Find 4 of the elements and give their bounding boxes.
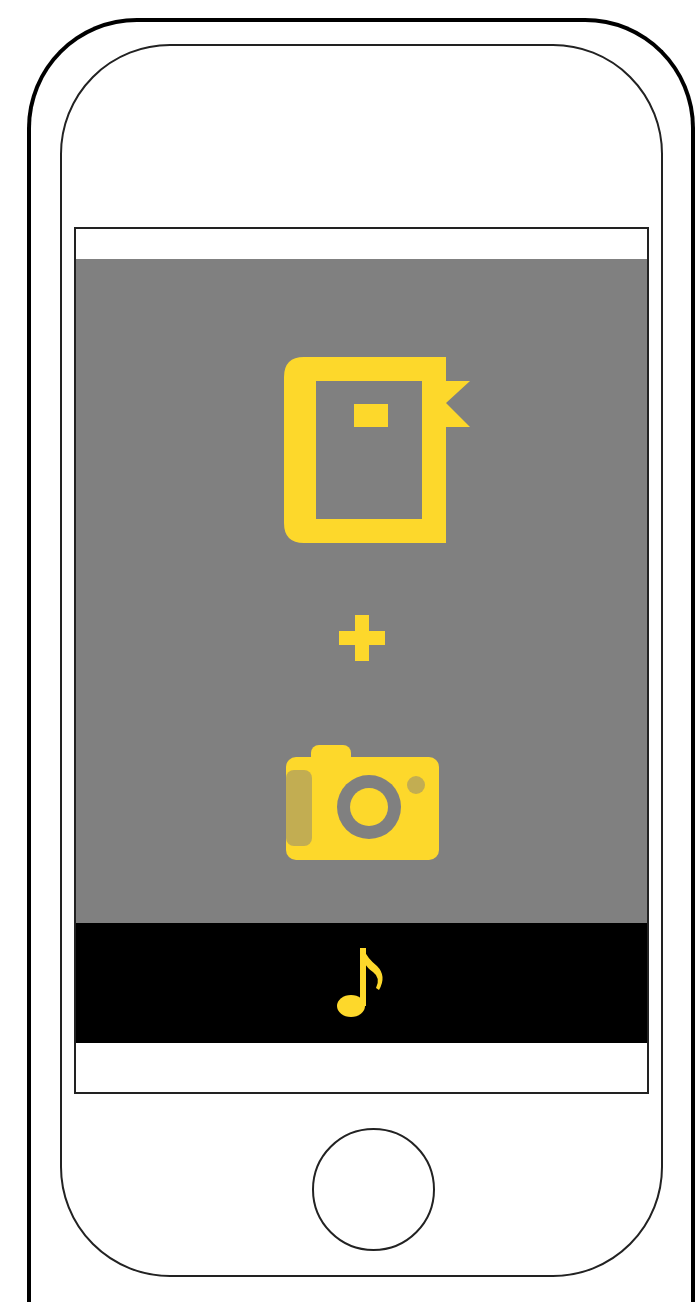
camera-icon — [286, 745, 439, 860]
plus-icon — [338, 615, 385, 661]
book-icon — [283, 357, 470, 543]
home-button[interactable] — [312, 1128, 435, 1251]
